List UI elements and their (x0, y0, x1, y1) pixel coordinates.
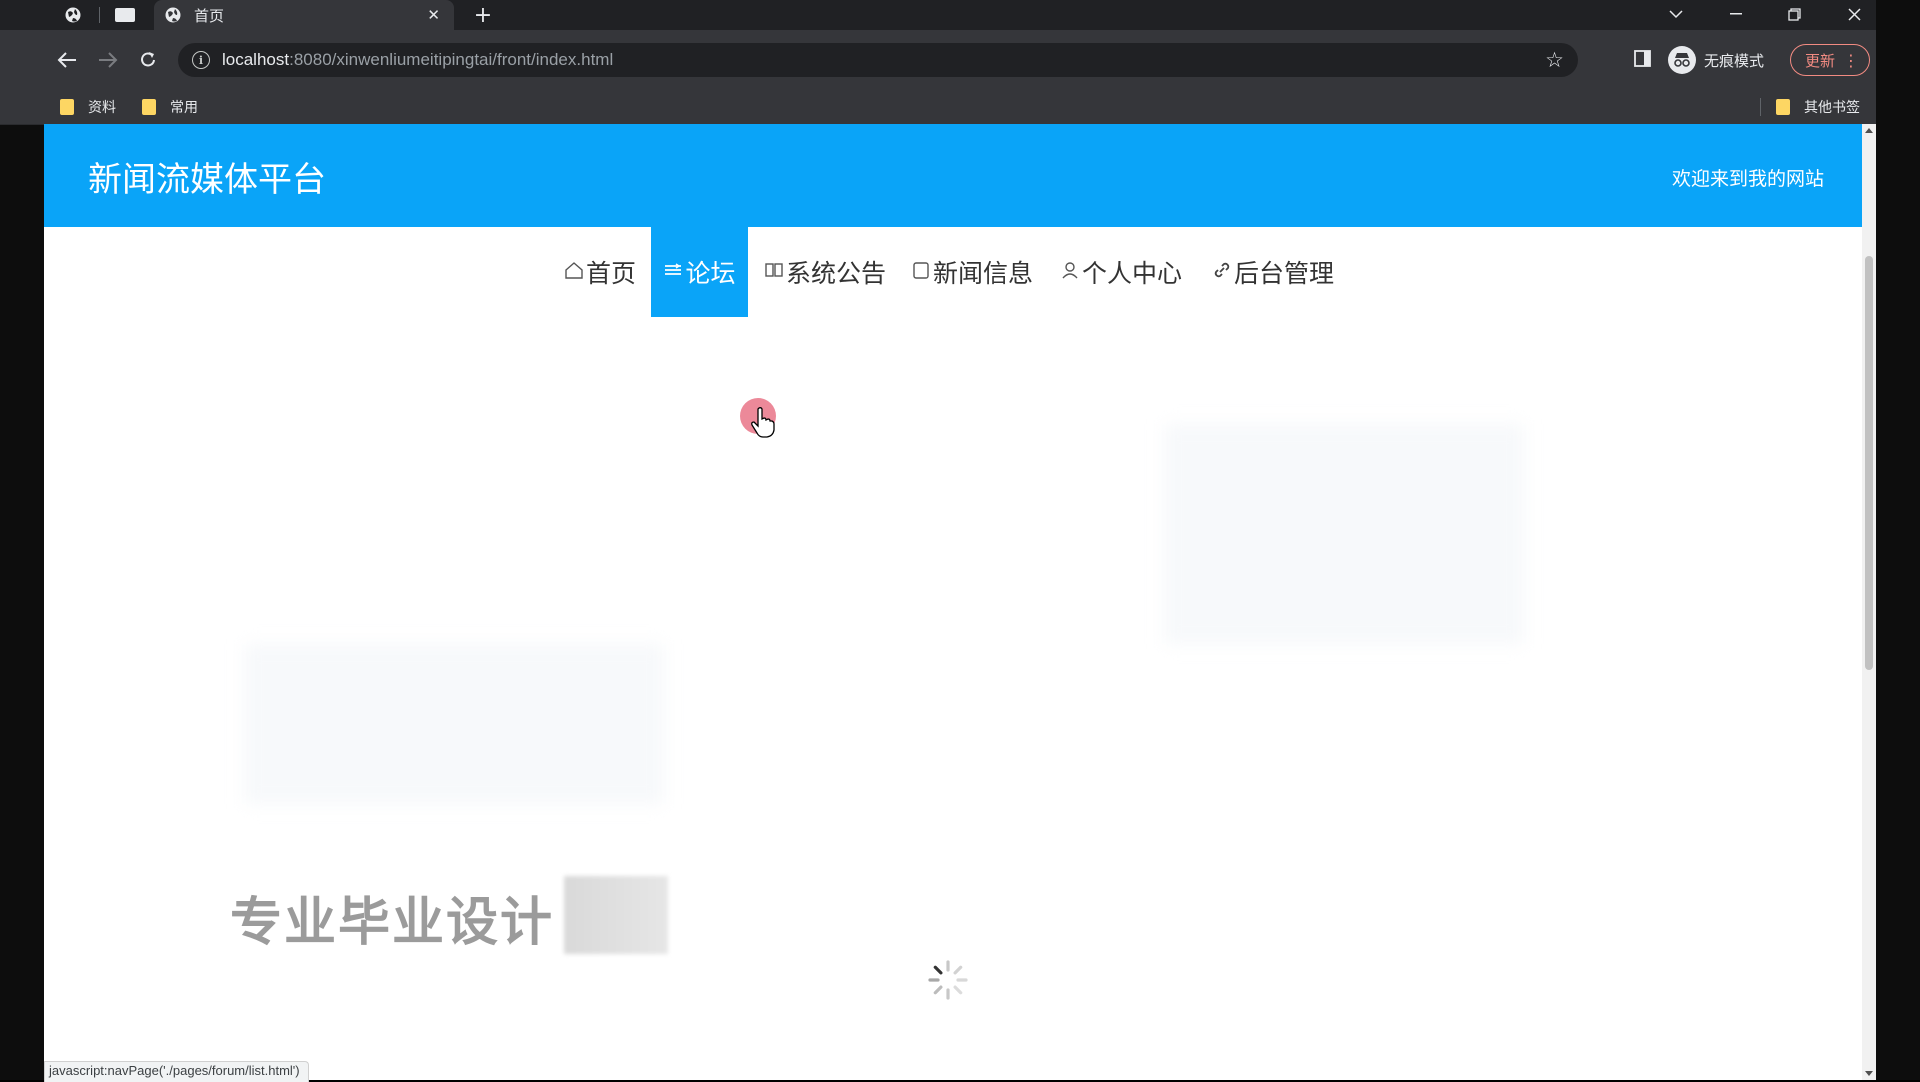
nav-item-news[interactable]: 新闻信息 (908, 227, 1036, 317)
bookmark-separator (1760, 98, 1761, 116)
browser-window: 首页 ✕ + i localhost:8080/xinwenliumeitipi… (0, 0, 1920, 1082)
nav-item-forum[interactable]: 论坛 (651, 227, 748, 317)
status-bar: javascript:navPage('./pages/forum/list.h… (44, 1061, 309, 1082)
site-title: 新闻流媒体平台 (88, 160, 326, 200)
page-viewport: 新闻流媒体平台 欢迎来到我的网站 首页 论坛 系统公告 新闻信息 个人中心 后台… (44, 124, 1876, 1080)
reload-icon[interactable] (131, 43, 165, 77)
main-nav: 首页 论坛 系统公告 新闻信息 个人中心 后台管理 (44, 227, 1862, 317)
folder-icon (60, 99, 74, 115)
chevron-down-icon[interactable] (1656, 0, 1696, 28)
globe-icon[interactable] (58, 4, 88, 26)
mouse-cursor (740, 398, 776, 438)
tab-window-icon[interactable] (110, 4, 140, 26)
tab-title: 首页 (194, 6, 225, 25)
tab-home[interactable]: 首页 ✕ (154, 0, 454, 30)
other-bookmarks-label: 其他书签 (1804, 100, 1860, 116)
tab-strip: 首页 ✕ + (0, 0, 1876, 30)
bookmark-folder[interactable]: 资料 (60, 97, 116, 117)
nav-label: 新闻信息 (932, 259, 1033, 288)
url-text[interactable]: localhost:8080/xinwenliumeitipingtai/fro… (222, 50, 613, 70)
folder-icon (142, 99, 156, 115)
incognito-icon (1668, 46, 1696, 74)
user-icon (1060, 260, 1080, 285)
bookmarks-bar: 资料 常用 其他书签 (0, 90, 1876, 125)
nav-label: 后台管理 (1233, 259, 1334, 288)
loading-spinner-icon (928, 960, 968, 1000)
link-icon (1212, 260, 1232, 285)
globe-icon (164, 6, 182, 24)
update-label: 更新 (1805, 51, 1836, 70)
news-icon (911, 260, 931, 285)
forum-icon (663, 260, 683, 285)
nav-label: 论坛 (685, 259, 736, 288)
scrollbar-thumb[interactable] (1865, 256, 1873, 670)
url-path: :8080/xinwenliumeitipingtai/front/index.… (289, 50, 614, 69)
home-icon (564, 260, 584, 285)
close-tab-icon[interactable]: ✕ (427, 6, 440, 24)
banner-blurred-area (564, 876, 668, 954)
incognito-indicator[interactable]: 无痕模式 (1668, 45, 1764, 75)
scroll-up-icon[interactable] (1865, 128, 1873, 133)
bookmark-label: 资料 (88, 100, 116, 116)
nav-label: 个人中心 (1081, 259, 1182, 288)
tab-separator (99, 7, 100, 23)
update-button[interactable]: 更新 ⋮ (1790, 44, 1870, 76)
scroll-down-icon[interactable] (1865, 1071, 1873, 1076)
banner-text: 专业毕业设计 (230, 893, 555, 953)
forward-icon[interactable] (91, 43, 125, 77)
bookmark-folder[interactable]: 常用 (142, 97, 198, 117)
side-panel-icon[interactable] (1632, 48, 1652, 68)
info-icon[interactable]: i (192, 51, 210, 69)
more-vert-icon[interactable]: ⋮ (1843, 51, 1859, 70)
nav-label: 首页 (585, 259, 636, 288)
back-icon[interactable] (50, 43, 84, 77)
banner-ghost (1164, 424, 1524, 644)
page-scrollbar[interactable] (1862, 124, 1876, 1080)
restore-icon[interactable] (1774, 0, 1814, 28)
nav-item-announcements[interactable]: 系统公告 (760, 227, 890, 317)
nav-item-profile[interactable]: 个人中心 (1056, 227, 1186, 317)
nav-label: 系统公告 (785, 259, 886, 288)
incognito-label: 无痕模式 (1704, 51, 1765, 70)
site-header: 新闻流媒体平台 欢迎来到我的网站 (44, 124, 1862, 227)
welcome-text: 欢迎来到我的网站 (1671, 168, 1824, 190)
plus-icon[interactable]: + (470, 2, 496, 28)
nav-item-admin[interactable]: 后台管理 (1208, 227, 1338, 317)
address-bar[interactable]: i localhost:8080/xinwenliumeitipingtai/f… (178, 43, 1578, 77)
banner-ghost (244, 644, 664, 804)
url-host: localhost (222, 50, 290, 69)
star-icon[interactable]: ☆ (1545, 48, 1564, 72)
folder-icon (1776, 99, 1790, 115)
browser-toolbar: i localhost:8080/xinwenliumeitipingtai/f… (0, 30, 1876, 90)
book-icon (764, 260, 784, 285)
minimize-icon[interactable] (1716, 0, 1756, 28)
bookmark-label: 常用 (170, 100, 198, 116)
nav-item-home[interactable]: 首页 (552, 227, 648, 317)
close-icon[interactable] (1834, 0, 1874, 28)
other-bookmarks[interactable]: 其他书签 (1776, 97, 1860, 117)
